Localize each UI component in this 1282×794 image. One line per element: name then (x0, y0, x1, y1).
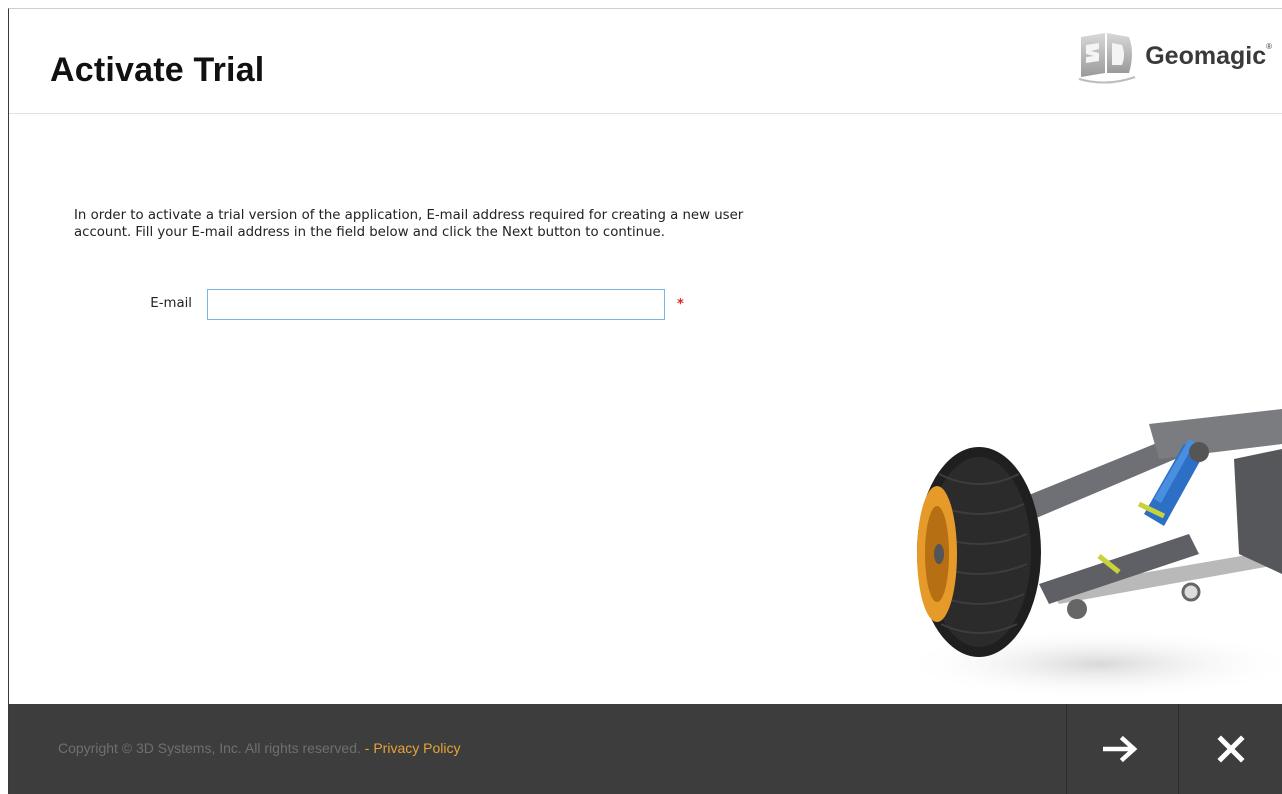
email-row: E-mail * (9, 289, 729, 321)
geomagic-logo: Geomagic® (1077, 29, 1272, 85)
arrow-right-icon (1103, 735, 1138, 763)
email-field[interactable] (207, 289, 665, 320)
copyright-text: Copyright © 3D Systems, Inc. All rights … (58, 740, 460, 756)
registered-mark: ® (1266, 41, 1272, 51)
close-icon (1217, 735, 1245, 763)
privacy-policy-link[interactable]: Privacy Policy (373, 740, 460, 756)
required-indicator: * (677, 297, 684, 312)
close-button[interactable] (1178, 704, 1282, 794)
copyright-label: Copyright © 3D Systems, Inc. All rights … (58, 740, 361, 756)
page-title: Activate Trial (50, 51, 265, 89)
activate-trial-window: Activate Trial Geomagic® In order to act… (8, 8, 1282, 794)
brand-name: Geomagic® (1145, 41, 1272, 70)
instructions-text: In order to activate a trial version of … (74, 208, 744, 240)
car-suspension-image (899, 409, 1282, 700)
link-separator: - (360, 740, 374, 756)
header: Activate Trial Geomagic® (9, 9, 1282, 114)
next-button[interactable] (1066, 704, 1175, 794)
footer-bar: Copyright © 3D Systems, Inc. All rights … (9, 704, 1282, 794)
email-label: E-mail (150, 296, 192, 311)
3d-systems-logo-icon (1078, 33, 1136, 84)
